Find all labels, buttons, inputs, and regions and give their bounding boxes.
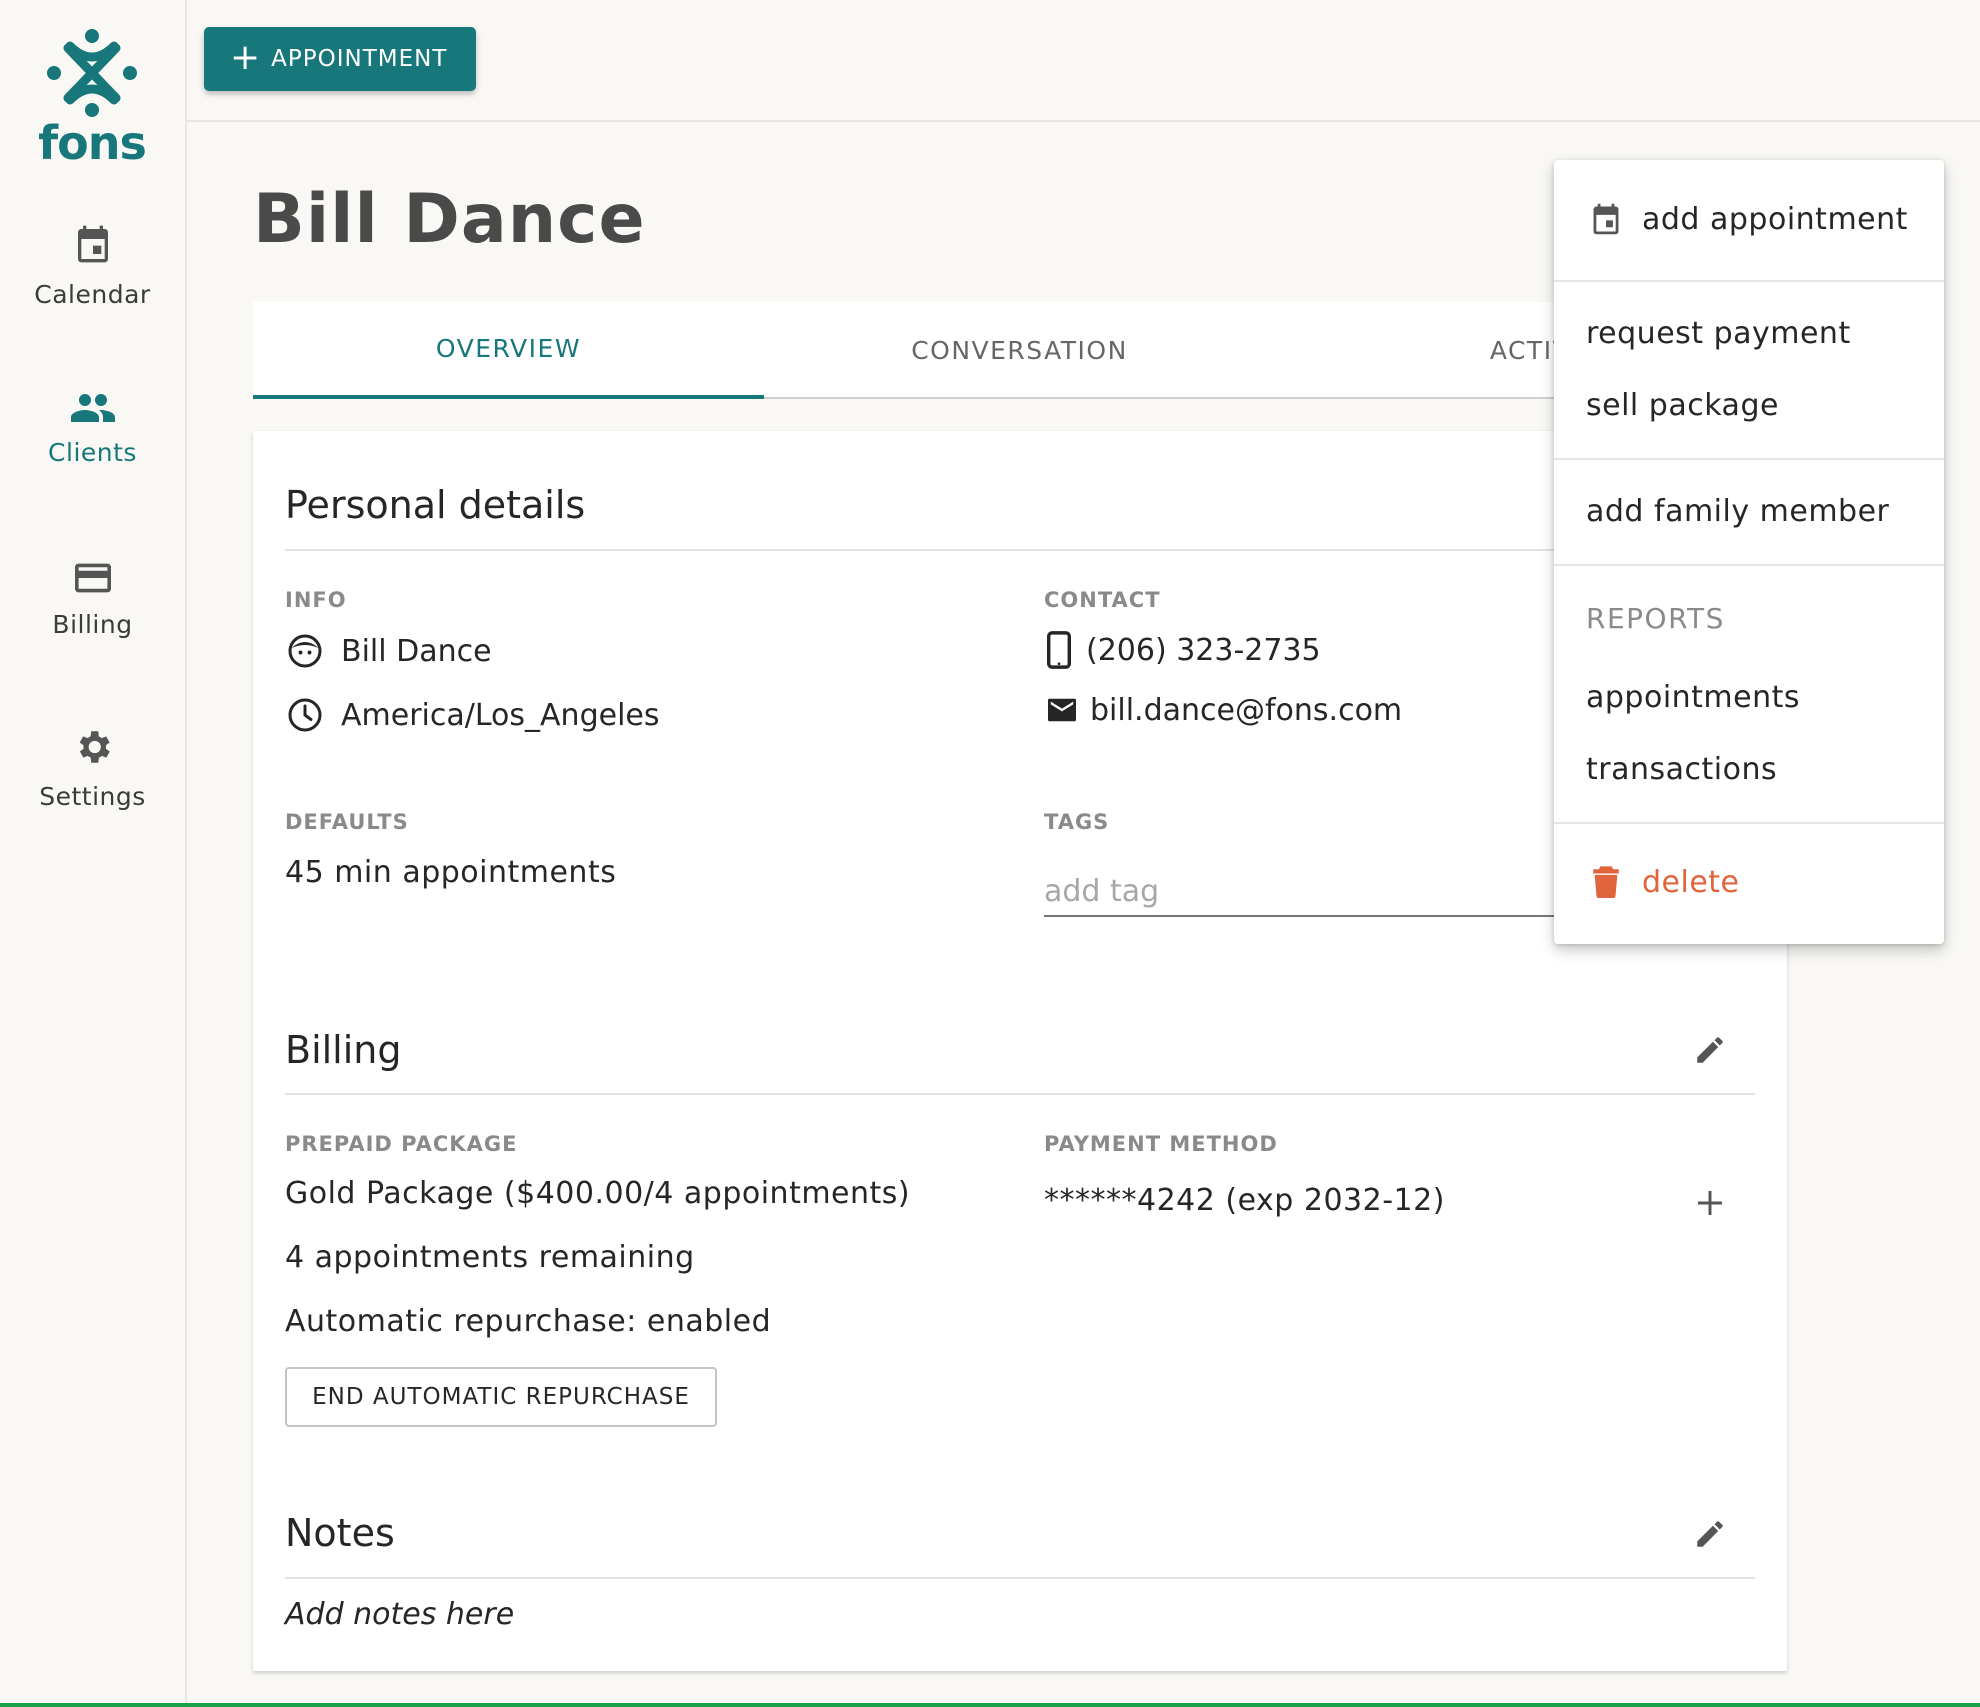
end-automatic-repurchase-button[interactable]: END AUTOMATIC REPURCHASE [285,1367,717,1427]
client-name-row: Bill Dance [285,631,492,671]
defaults-label: DEFAULTS [285,810,409,834]
client-name-value: Bill Dance [341,633,492,669]
people-icon [70,394,115,422]
credit-card-icon [74,563,111,593]
plus-icon [1698,1191,1722,1215]
face-icon [285,631,325,671]
menu-item-delete[interactable]: delete [1554,850,1944,914]
sidebar-item-label: Clients [48,438,137,467]
appointments-remaining: 4 appointments remaining [285,1240,695,1275]
tab-overview[interactable]: OVERVIEW [253,302,764,399]
sidebar-item-label: Settings [39,782,146,811]
top-bar: + APPOINTMENT [187,0,1980,122]
timezone-row: America/Los_Angeles [285,695,660,735]
sidebar-item-settings[interactable]: Settings [0,726,185,811]
menu-item-sell-package[interactable]: sell package [1554,373,1944,437]
sidebar-item-calendar[interactable]: Calendar [0,222,185,309]
timezone-value: America/Los_Angeles [341,697,660,733]
tags-label: TAGS [1044,810,1110,834]
phone-icon [1044,630,1074,670]
menu-item-label: add appointment [1642,201,1908,237]
prepaid-package-value: Gold Package ($400.00/4 appointments) [285,1176,911,1211]
trash-icon [1586,862,1626,902]
notes-placeholder[interactable]: Add notes here [285,1597,514,1632]
menu-divider [1554,280,1944,282]
menu-divider [1554,458,1944,460]
defaults-value: 45 min appointments [285,855,617,890]
new-appointment-button[interactable]: + APPOINTMENT [204,27,476,91]
billing-title: Billing [285,1028,402,1072]
menu-divider [1554,822,1944,824]
section-divider [285,549,1755,551]
payment-method-value: ******4242 (exp 2032-12) [1044,1183,1445,1218]
contact-label: CONTACT [1044,588,1161,612]
menu-divider [1554,564,1944,566]
add-payment-method-button[interactable] [1685,1178,1735,1228]
pencil-icon [1697,1037,1723,1063]
notes-title: Notes [285,1511,395,1555]
phone-value: (206) 323-2735 [1086,632,1321,668]
sidebar-item-label: Calendar [34,280,151,309]
calendar-icon [77,225,108,263]
phone-row[interactable]: (206) 323-2735 [1044,630,1321,670]
plus-icon: + [230,36,262,78]
menu-reports-header: REPORTS [1586,602,1725,635]
fons-logo-mark-icon [47,29,137,117]
section-divider [285,1577,1755,1579]
bottom-edge-bar [0,1703,1980,1707]
info-label: INFO [285,588,347,612]
pencil-icon [1697,1521,1723,1547]
clock-icon [285,695,325,735]
prepaid-package-label: PREPAID PACKAGE [285,1132,518,1156]
menu-item-report-transactions[interactable]: transactions [1554,737,1944,801]
sidebar: fons Calendar Clients Billing Settings [0,0,187,1707]
email-row[interactable]: bill.dance@fons.com [1044,690,1402,730]
gear-icon [79,731,110,763]
menu-item-add-family-member[interactable]: add family member [1554,479,1944,543]
tag-input[interactable] [1044,867,1564,917]
section-divider [285,1093,1755,1095]
calendar-icon [1586,199,1626,239]
sidebar-item-label: Billing [52,610,133,639]
page-title: Bill Dance [253,180,646,259]
tab-conversation[interactable]: CONVERSATION [764,302,1275,399]
menu-item-add-appointment[interactable]: add appointment [1554,187,1944,251]
fons-logo[interactable]: fons [30,28,154,170]
email-icon [1044,690,1080,730]
sidebar-item-clients[interactable]: Clients [0,392,185,467]
menu-item-request-payment[interactable]: request payment [1554,301,1944,365]
email-value: bill.dance@fons.com [1090,692,1403,728]
automatic-repurchase-status: Automatic repurchase: enabled [285,1304,772,1339]
menu-item-report-appointments[interactable]: appointments [1554,665,1944,729]
edit-notes-button[interactable] [1685,1509,1735,1559]
brand-name: fons [38,116,147,170]
payment-method-label: PAYMENT METHOD [1044,1132,1278,1156]
new-appointment-label: APPOINTMENT [271,46,448,72]
personal-details-title: Personal details [285,483,586,527]
client-actions-menu: add appointment request payment sell pac… [1554,160,1944,944]
edit-billing-button[interactable] [1685,1025,1735,1075]
menu-item-label: delete [1642,864,1740,900]
sidebar-item-billing[interactable]: Billing [0,560,185,639]
